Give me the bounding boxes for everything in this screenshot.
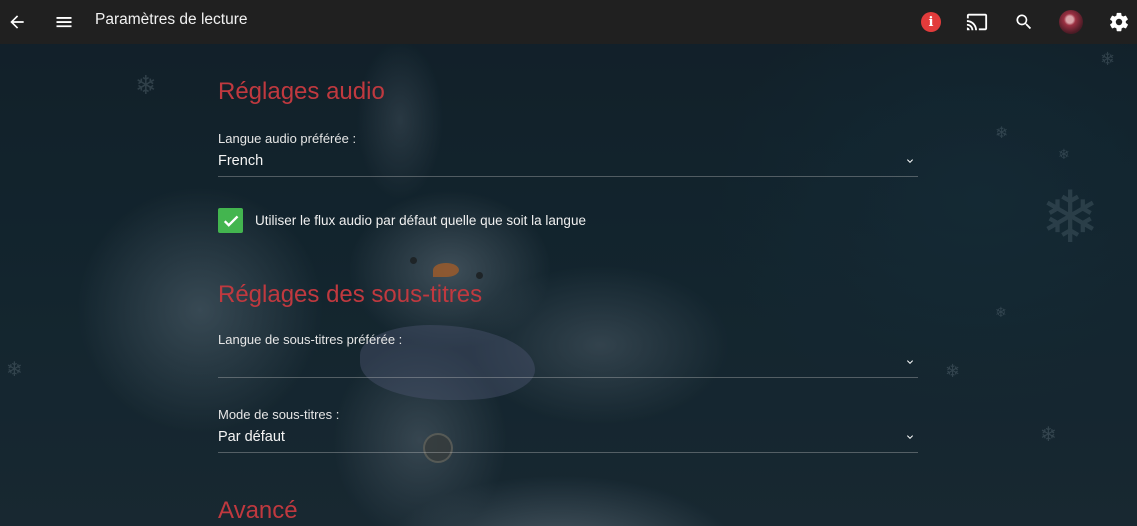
page-title: Paramètres de lecture (95, 11, 248, 28)
snowflake-icon: ❄ (135, 70, 157, 100)
snowflake-icon: ❄ (1040, 178, 1101, 258)
subtitle-language-select[interactable] (218, 352, 918, 378)
snowflake-icon: ❄ (6, 359, 23, 381)
chevron-down-icon (907, 360, 913, 364)
background-snowman-eye (476, 272, 483, 279)
background-snowman-eye (410, 257, 417, 264)
back-arrow-icon[interactable] (5, 0, 29, 44)
avatar (1059, 10, 1083, 34)
snowflake-icon: ❄ (1040, 424, 1057, 446)
snowflake-icon: ❄ (995, 304, 1007, 320)
cast-icon[interactable] (965, 0, 989, 44)
audio-language-select[interactable]: French (218, 151, 918, 177)
info-icon[interactable]: i (920, 0, 942, 44)
search-icon[interactable] (1012, 0, 1036, 44)
info-badge: i (921, 12, 941, 32)
app-bar: Paramètres de lecture i (0, 0, 1137, 44)
chevron-down-icon (907, 159, 913, 163)
chevron-down-icon (907, 435, 913, 439)
subtitles-section-title: Réglages des sous-titres (218, 281, 483, 308)
audio-language-value: French (218, 153, 264, 169)
audio-language-label: Langue audio préférée : (218, 131, 357, 146)
default-audio-checkbox-label: Utiliser le flux audio par défaut quelle… (255, 213, 586, 228)
gear-icon[interactable] (1107, 0, 1131, 44)
default-audio-checkbox[interactable] (218, 208, 243, 233)
background-snowman-nose (433, 263, 459, 277)
snowflake-icon: ❄ (1100, 49, 1116, 69)
snowflake-icon: ❄ (1058, 146, 1070, 162)
subtitle-language-label: Langue de sous-titres préférée : (218, 332, 403, 347)
checkmark-icon (223, 215, 238, 227)
snowflake-icon: ❄ (995, 125, 1009, 142)
audio-section-title: Réglages audio (218, 78, 385, 105)
menu-icon[interactable] (52, 0, 76, 44)
subtitle-mode-select[interactable]: Par défaut (218, 427, 918, 453)
user-avatar[interactable] (1058, 0, 1084, 44)
subtitle-mode-label: Mode de sous-titres : (218, 407, 340, 422)
subtitle-mode-value: Par défaut (218, 429, 285, 445)
snowflake-icon: ❄ (945, 361, 961, 381)
default-audio-checkbox-row[interactable]: Utiliser le flux audio par défaut quelle… (218, 208, 586, 233)
advanced-section-title: Avancé (218, 497, 298, 524)
